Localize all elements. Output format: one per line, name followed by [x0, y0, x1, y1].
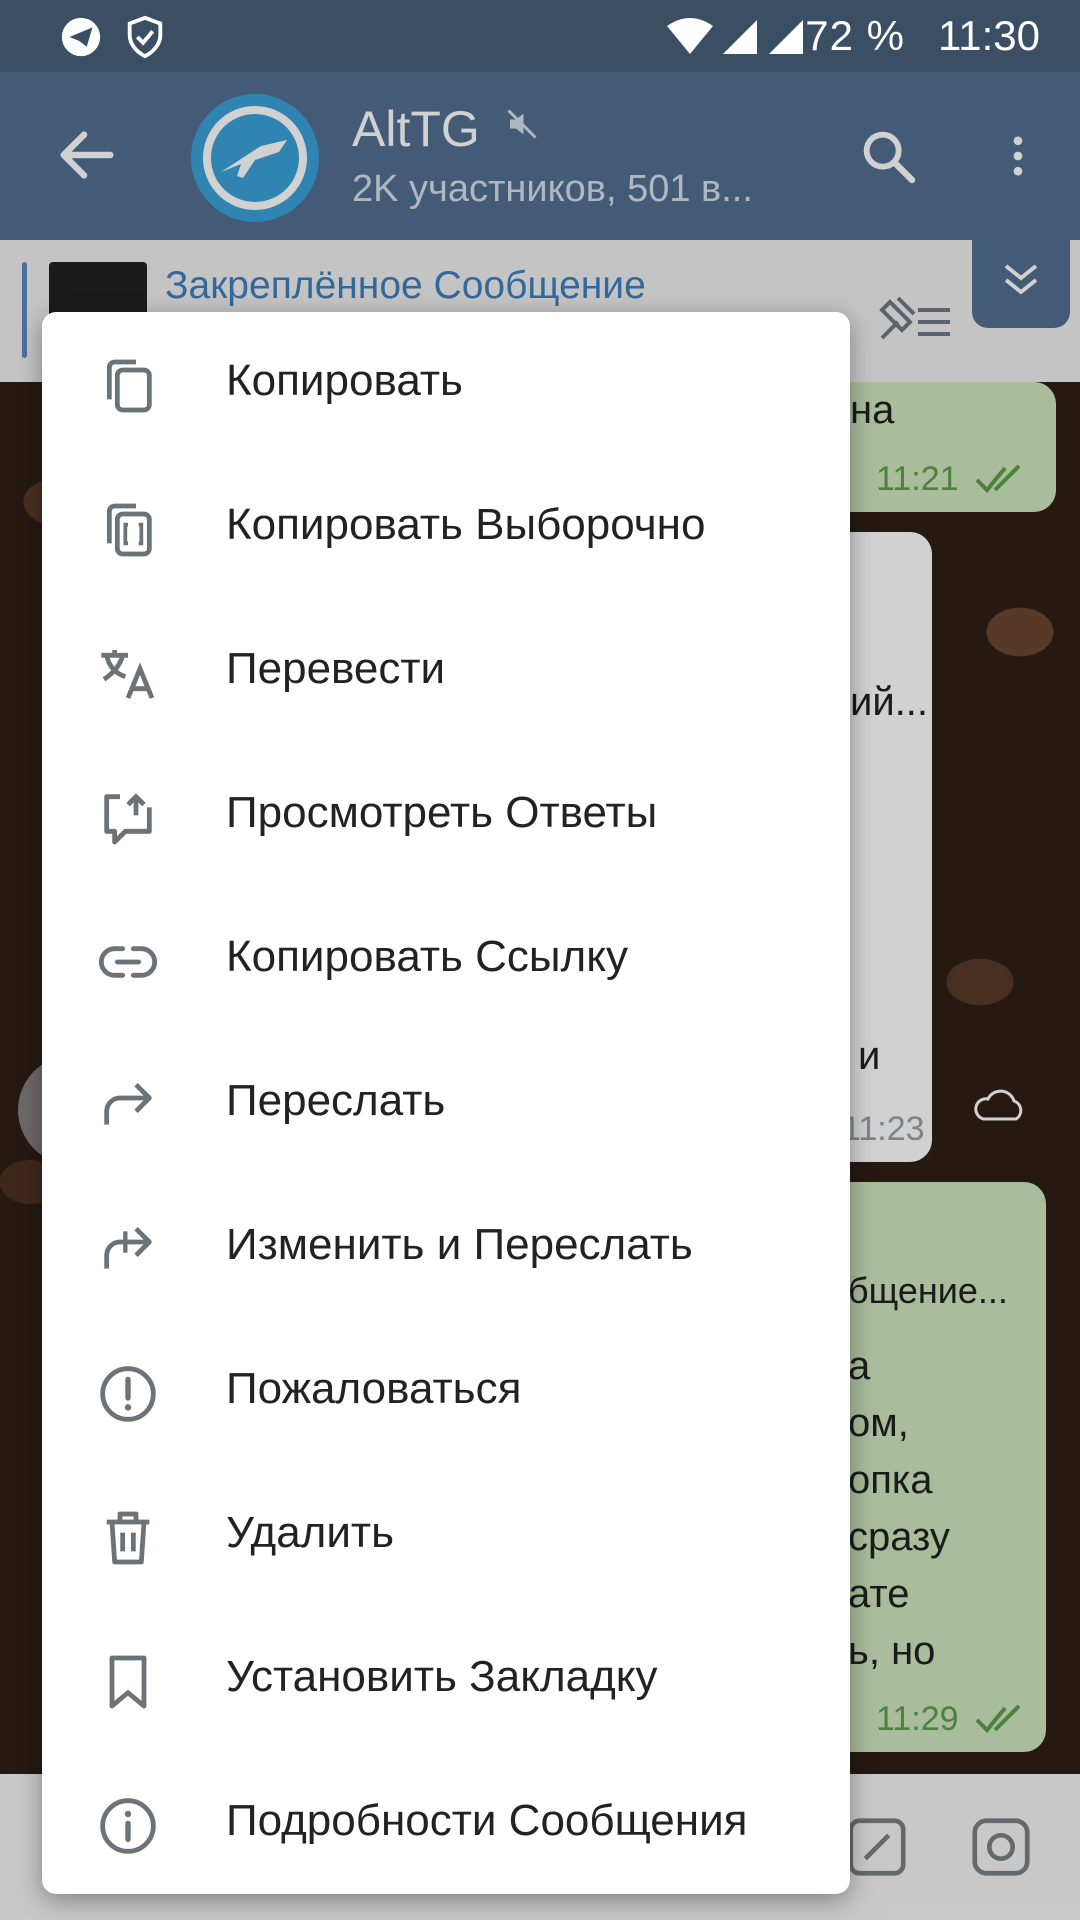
menu-item-forward[interactable]: Переслать: [42, 1032, 850, 1176]
report-icon: [100, 1366, 156, 1422]
menu-item-delete[interactable]: Удалить: [42, 1464, 850, 1608]
battery-level: 72 %: [805, 12, 905, 59]
shield-icon: [127, 15, 163, 59]
copy-icon: [106, 359, 152, 413]
menu-item-edit-forward[interactable]: Изменить и Переслать: [42, 1176, 850, 1320]
view-replies-icon: [104, 793, 152, 845]
link-icon: [98, 946, 158, 978]
menu-item-report[interactable]: Пожаловаться: [42, 1320, 850, 1464]
message-context-menu: Копировать Копировать Выборочно Перевест…: [42, 312, 850, 1894]
copy-selection-icon: [106, 503, 152, 557]
menu-item-label: Подробности Сообщения: [226, 1796, 748, 1845]
info-icon: [100, 1798, 156, 1854]
status-bar: 72 % 11:30: [0, 0, 1080, 72]
trash-icon: [106, 1511, 150, 1565]
menu-item-label: Пожаловаться: [226, 1364, 522, 1413]
menu-item-message-details[interactable]: Подробности Сообщения: [42, 1752, 850, 1896]
translate-icon: [101, 650, 155, 699]
clock: 11:30: [938, 12, 1040, 59]
menu-item-label: Удалить: [226, 1508, 394, 1557]
menu-item-label: Копировать: [226, 356, 463, 405]
menu-item-copy-selection[interactable]: Копировать Выборочно: [42, 456, 850, 600]
menu-item-label: Копировать Выборочно: [226, 500, 706, 549]
menu-item-copy[interactable]: Копировать: [42, 312, 850, 456]
menu-item-label: Просмотреть Ответы: [226, 788, 658, 837]
menu-item-label: Установить Закладку: [226, 1652, 658, 1701]
menu-item-translate[interactable]: Перевести: [42, 600, 850, 744]
edit-forward-icon: [104, 1226, 152, 1269]
bookmark-icon: [109, 1655, 147, 1709]
menu-item-label: Переслать: [226, 1076, 446, 1125]
forward-icon: [104, 1082, 152, 1125]
signal-icons: [667, 18, 803, 54]
menu-item-label: Изменить и Переслать: [226, 1220, 693, 1269]
telegram-notification-icon: [61, 17, 101, 57]
menu-item-label: Перевести: [226, 644, 446, 693]
menu-item-bookmark[interactable]: Установить Закладку: [42, 1608, 850, 1752]
menu-item-copy-link[interactable]: Копировать Ссылку: [42, 888, 850, 1032]
menu-item-label: Копировать Ссылку: [226, 932, 628, 981]
menu-item-view-replies[interactable]: Просмотреть Ответы: [42, 744, 850, 888]
